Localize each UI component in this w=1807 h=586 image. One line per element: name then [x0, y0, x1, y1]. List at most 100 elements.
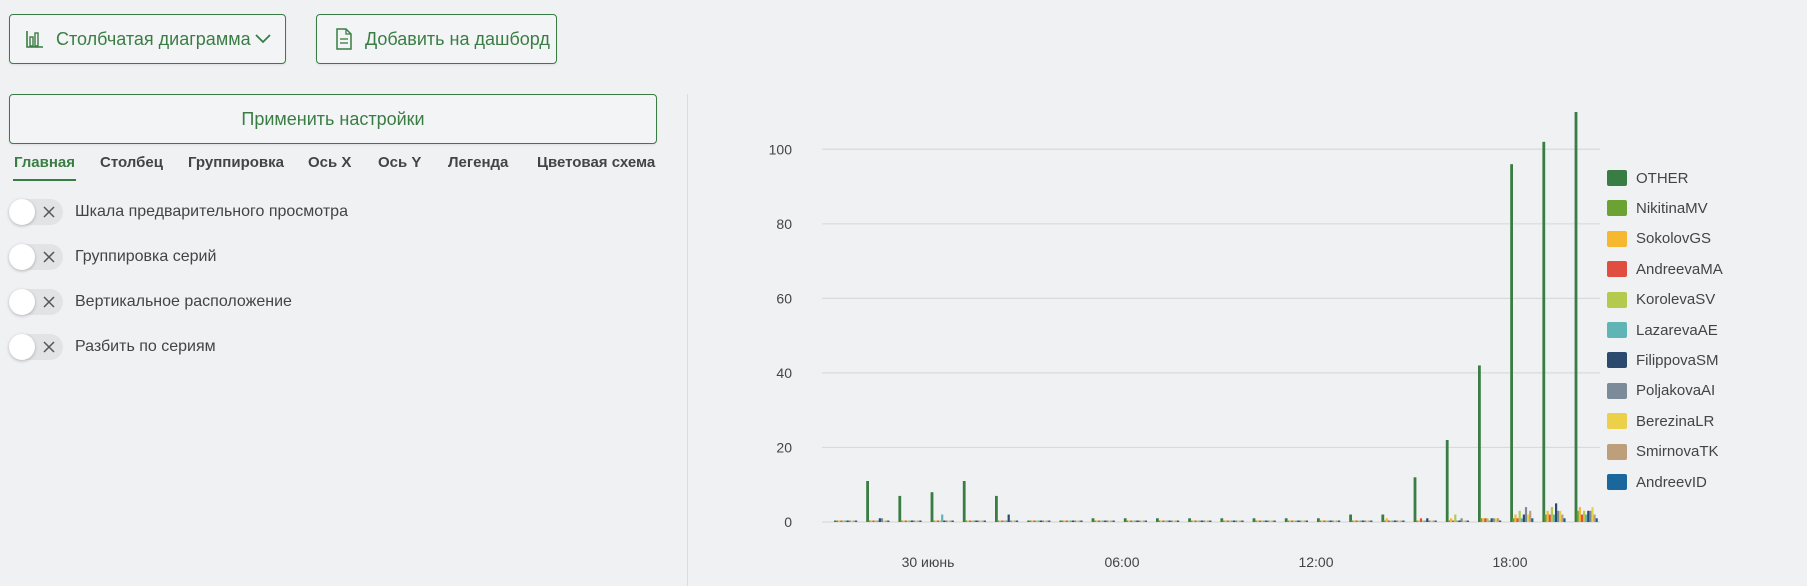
bar [1557, 510, 1560, 522]
bar [917, 520, 920, 522]
split-series-toggle[interactable] [9, 334, 63, 360]
vertical-layout-toggle[interactable] [9, 289, 63, 315]
bar [971, 520, 974, 522]
bar [1177, 520, 1180, 522]
bar [1458, 520, 1461, 522]
bar [1160, 520, 1163, 522]
preview-scale-toggle[interactable] [9, 199, 63, 225]
bar [1226, 520, 1229, 522]
legend-item[interactable]: BerezinaLR [1607, 411, 1714, 431]
bar [1447, 520, 1451, 522]
bar [943, 520, 946, 522]
bar [1267, 520, 1270, 522]
legend-item[interactable]: LazarevaAE [1607, 320, 1718, 340]
bar [836, 520, 839, 522]
tab-legend[interactable]: Легенда [448, 154, 508, 171]
bar [1293, 520, 1296, 522]
bar [855, 520, 858, 522]
legend-item[interactable]: SmirnovaTK [1607, 442, 1719, 462]
toggle-label: Шкала предварительного просмотра [75, 203, 348, 220]
tab-axis-y[interactable]: Ось Y [378, 154, 421, 171]
bar [1329, 520, 1332, 522]
y-tick-label: 60 [776, 290, 792, 306]
bar [1400, 520, 1403, 522]
legend-swatch [1607, 230, 1627, 247]
bar [1357, 520, 1360, 522]
bar [932, 520, 935, 522]
tab-color-scheme[interactable]: Цветовая схема [537, 154, 655, 171]
bar [1102, 520, 1105, 522]
x-tick-label: 18:00 [1492, 554, 1527, 570]
bar [1368, 520, 1371, 522]
bar [981, 520, 984, 522]
bar [1005, 520, 1008, 522]
series-grouping-toggle[interactable] [9, 244, 63, 270]
bar [885, 520, 888, 522]
bar [1125, 520, 1129, 522]
bar [1110, 520, 1113, 522]
tab-main[interactable]: Главная [14, 154, 75, 171]
legend-swatch [1607, 170, 1627, 186]
bar [846, 520, 849, 522]
bar [983, 520, 986, 522]
bar [1074, 520, 1077, 522]
bar [1563, 518, 1566, 522]
legend-item[interactable]: FilippovaSM [1607, 350, 1719, 370]
bar [900, 520, 903, 522]
bar [1029, 520, 1032, 522]
tab-column[interactable]: Столбец [100, 154, 163, 171]
bar [1484, 518, 1487, 522]
bar [1456, 520, 1459, 522]
bar [1559, 510, 1562, 522]
tab-axis-x[interactable]: Ось X [308, 154, 351, 171]
bar [1261, 520, 1264, 522]
add-to-dashboard-button[interactable]: Добавить на дашборд [316, 14, 557, 64]
bar [866, 481, 869, 522]
bar [1009, 520, 1012, 522]
legend-item[interactable]: SokolovGS [1607, 229, 1711, 249]
bar [1254, 520, 1257, 522]
bar [1585, 514, 1588, 522]
bar [1194, 520, 1197, 522]
panel-divider [687, 94, 688, 586]
document-icon [333, 28, 355, 50]
legend-item[interactable]: AndreevID [1607, 472, 1707, 492]
bar [1196, 520, 1199, 522]
bar [1233, 520, 1236, 522]
bar [876, 520, 879, 522]
bar [1224, 520, 1227, 522]
bar [1190, 520, 1193, 522]
legend-item[interactable]: AndreevaMA [1607, 259, 1723, 279]
legend-item[interactable]: OTHER [1607, 168, 1689, 188]
bar [1452, 520, 1455, 522]
bar [1478, 365, 1481, 522]
close-icon [43, 341, 55, 353]
bar [1273, 520, 1276, 522]
bar [878, 518, 881, 522]
bar [1587, 510, 1590, 522]
bar [1430, 520, 1433, 522]
bar [1046, 520, 1049, 522]
bar [850, 520, 853, 522]
apply-settings-button[interactable]: Применить настройки [9, 94, 657, 144]
bar [973, 520, 976, 522]
tab-grouping[interactable]: Группировка [188, 154, 284, 171]
bar [1512, 518, 1515, 522]
y-tick-label: 20 [776, 439, 792, 455]
bar [1269, 520, 1272, 522]
apply-settings-label: Применить настройки [241, 108, 425, 129]
chart-type-dropdown[interactable]: Столбчатая диаграмма [9, 14, 286, 64]
bar [1353, 520, 1356, 522]
bar [1263, 520, 1266, 522]
bar [964, 520, 968, 522]
bar [1134, 520, 1137, 522]
bar [967, 520, 970, 522]
legend-item[interactable]: KorolevaSV [1607, 290, 1715, 310]
bar [1007, 514, 1010, 522]
bar [1494, 518, 1497, 522]
bar [1166, 520, 1169, 522]
bar [1574, 112, 1578, 522]
legend-item[interactable]: PoljakovaAI [1607, 381, 1715, 401]
legend-item[interactable]: NikitinaMV [1607, 198, 1708, 218]
bar [1391, 520, 1395, 522]
